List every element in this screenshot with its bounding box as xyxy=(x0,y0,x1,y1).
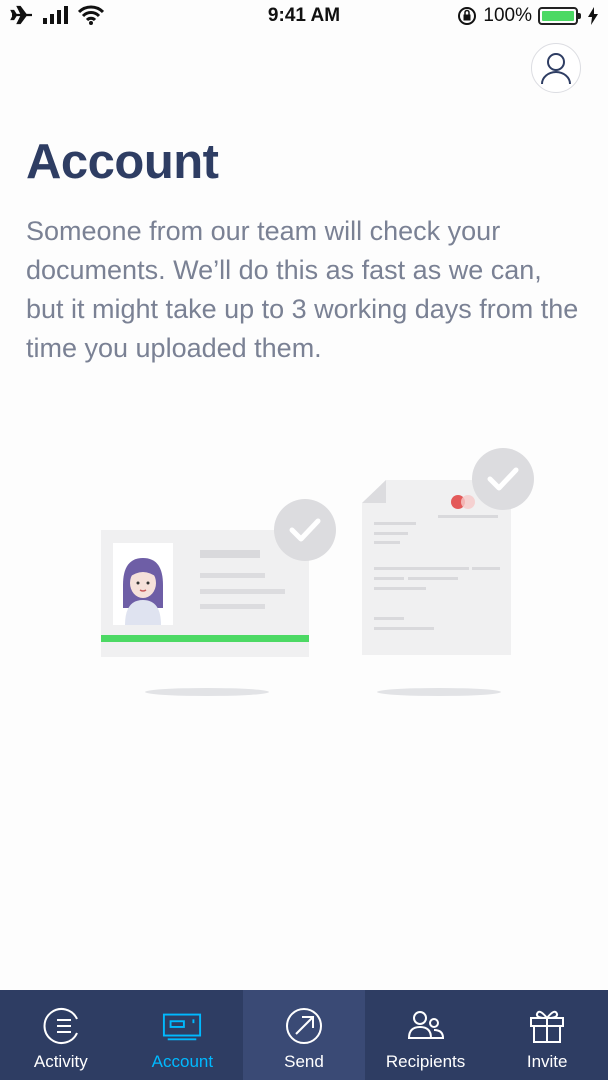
account-card-icon xyxy=(162,1006,202,1046)
tab-bar: Activity Account Send Recipients Invite xyxy=(0,990,608,1080)
tab-label-account: Account xyxy=(151,1052,214,1071)
tab-recipients[interactable]: Recipients xyxy=(365,990,487,1080)
activity-icon xyxy=(41,1006,81,1046)
tab-label-recipients: Recipients xyxy=(385,1052,466,1071)
review-message: Someone from our team will check your do… xyxy=(26,216,579,363)
battery-percent: 100% xyxy=(483,5,532,26)
tab-label-invite: Invite xyxy=(526,1052,568,1071)
charging-icon xyxy=(588,7,598,25)
id-card-icon xyxy=(101,499,336,657)
tab-label-activity: Activity xyxy=(33,1052,88,1071)
rotation-lock-icon xyxy=(458,7,477,25)
page-title: Account xyxy=(26,135,219,189)
profile-button[interactable] xyxy=(531,43,581,93)
battery-icon xyxy=(538,7,581,25)
gift-icon xyxy=(527,1006,567,1046)
recipients-icon xyxy=(406,1006,446,1046)
tab-account[interactable]: Account xyxy=(122,990,244,1080)
tab-send[interactable]: Send xyxy=(243,990,365,1080)
tab-invite[interactable]: Invite xyxy=(486,990,608,1080)
send-icon xyxy=(284,1006,324,1046)
user-icon xyxy=(541,53,571,85)
status-bar: 9:41 AM 100% xyxy=(0,0,608,34)
status-right: 100% xyxy=(457,5,598,27)
tab-activity[interactable]: Activity xyxy=(0,990,122,1080)
document-icon xyxy=(362,448,534,655)
verification-illustration xyxy=(101,448,534,696)
tab-label-send: Send xyxy=(284,1052,324,1071)
